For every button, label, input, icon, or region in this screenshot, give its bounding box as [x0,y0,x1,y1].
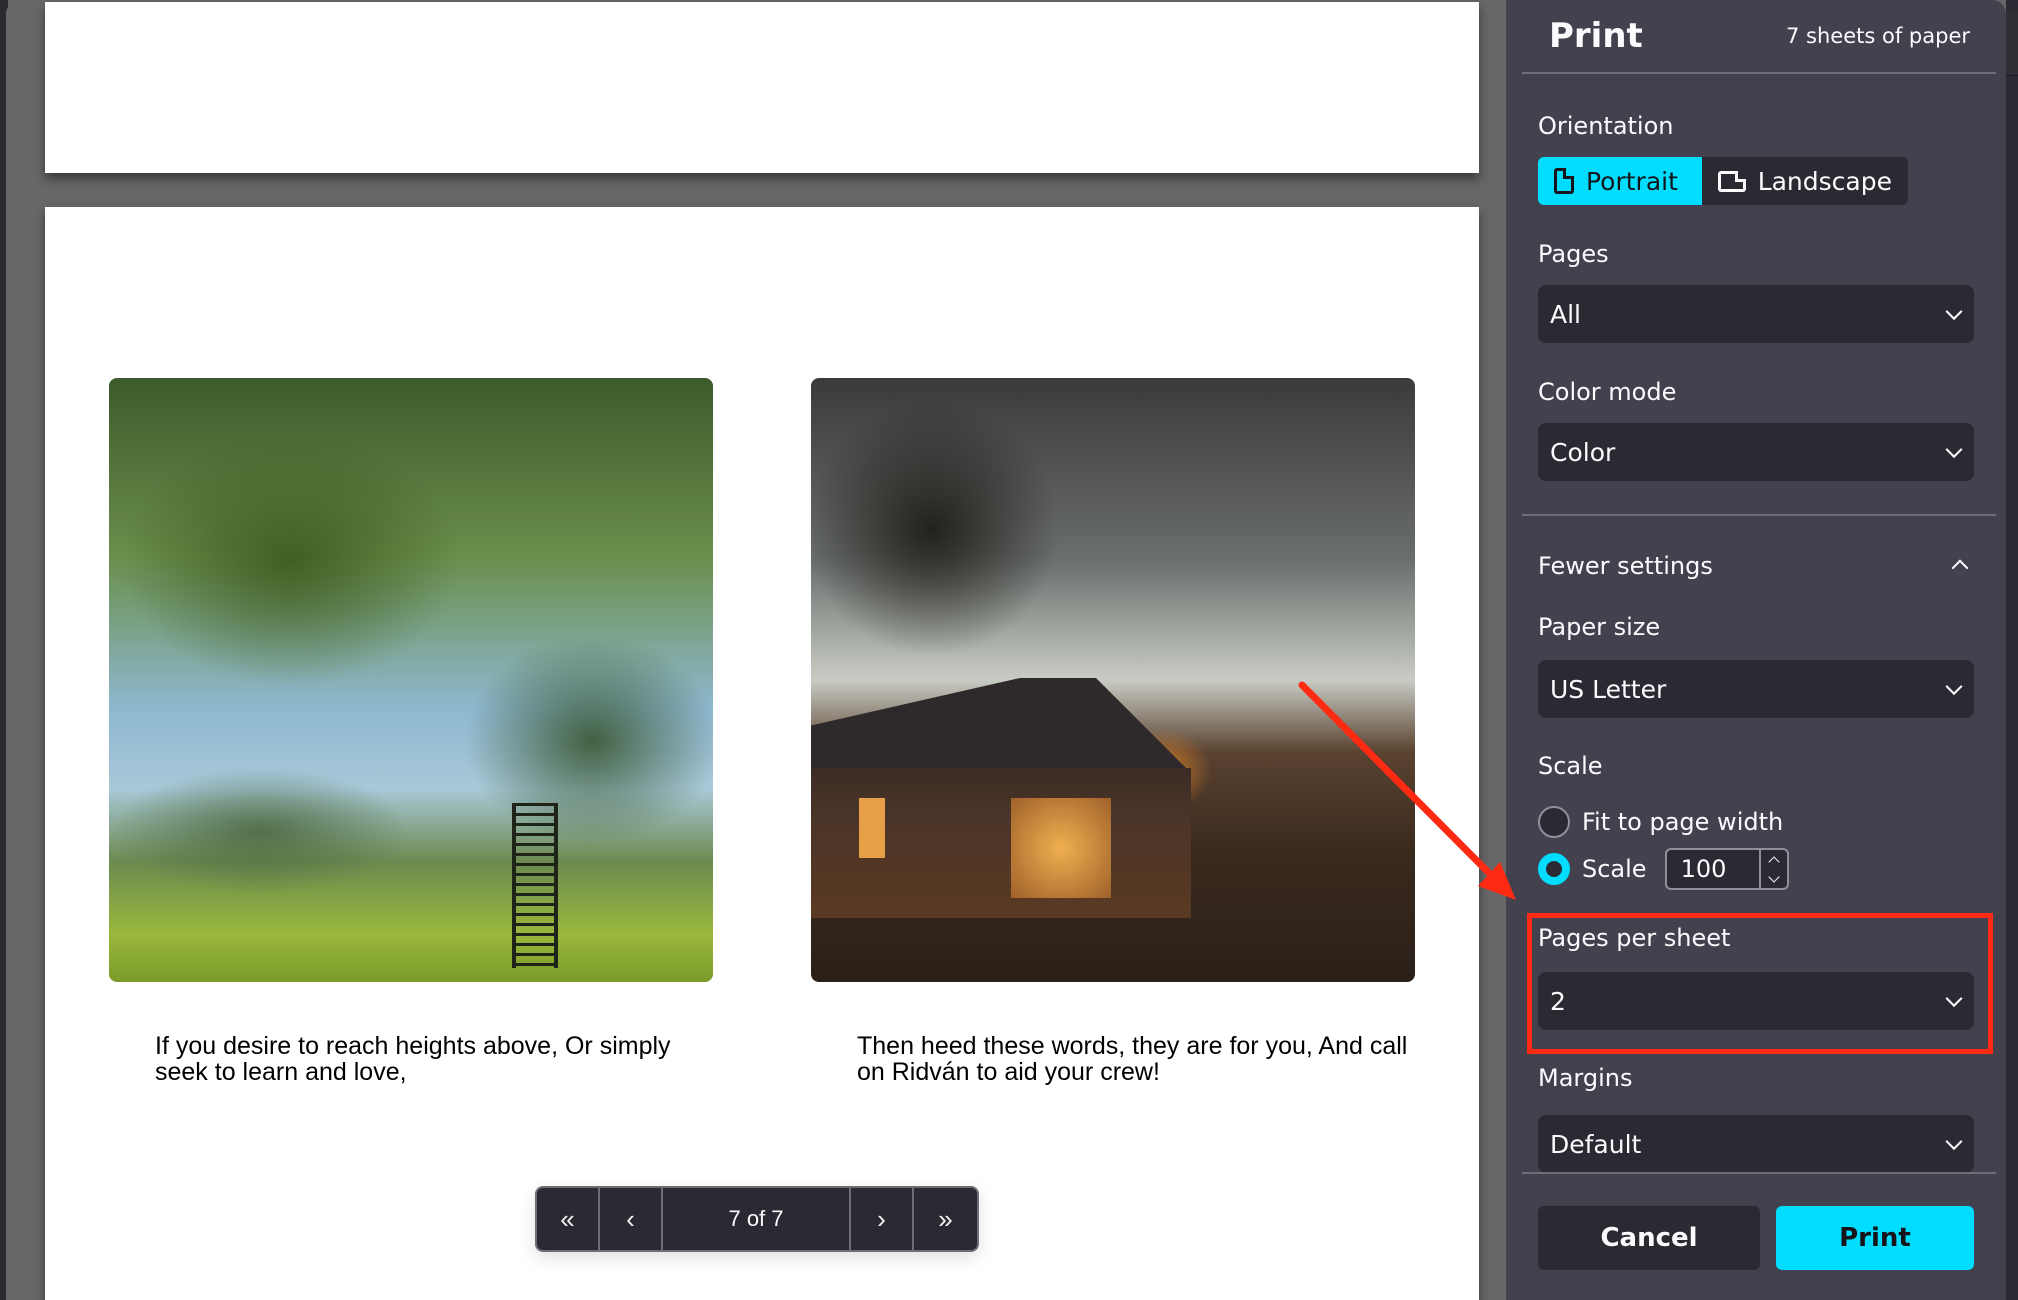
pages-per-sheet-label: Pages per sheet [1538,924,1731,952]
landscape-page-icon [1717,170,1746,192]
scale-value[interactable]: 100 [1667,850,1759,888]
print-preview-area: If you desire to reach heights above, Or… [6,0,1506,1300]
landscape-option[interactable]: Landscape [1702,157,1908,205]
pages-per-sheet-select[interactable]: 2 [1538,972,1974,1030]
scale-input[interactable]: 100 [1664,848,1789,890]
chevron-left-icon: ‹ [626,1203,635,1234]
previous-page-button[interactable]: ‹ [600,1188,663,1250]
first-page-button[interactable]: « [537,1188,600,1250]
double-chevron-right-icon: » [938,1203,953,1234]
portrait-option[interactable]: Portrait [1538,157,1702,205]
house-roof-shape [811,678,1191,773]
pages-label: Pages [1538,240,1609,268]
toolbar-fragment [2006,10,2018,76]
house-at-dusk-image [811,378,1415,982]
window-right-edge [2006,0,2018,1300]
sheet-count: 7 sheets of paper [1786,24,1970,48]
portrait-label: Portrait [1586,166,1678,196]
house-window-shape [1011,798,1111,898]
scale-label: Scale [1538,752,1603,780]
double-chevron-left-icon: « [560,1203,575,1234]
preview-page-current: If you desire to reach heights above, Or… [45,207,1479,1300]
stepper-up-icon[interactable] [1761,850,1787,869]
meadow-tree-ladder-image [109,378,713,982]
color-mode-label: Color mode [1538,378,1677,406]
margins-label: Margins [1538,1064,1633,1092]
fit-label: Fit to page width [1582,808,1784,836]
pages-select[interactable]: All [1538,285,1974,343]
orientation-toggle: Portrait Landscape [1538,157,1908,205]
footer-divider [1522,1172,1996,1174]
preview-page-previous [45,2,1479,173]
pages-value: All [1550,299,1581,329]
section-divider [1522,514,1996,516]
pages-per-sheet-value: 2 [1550,986,1566,1016]
paper-size-label: Paper size [1538,613,1661,641]
scale-radio[interactable] [1538,853,1570,885]
print-settings-panel: Print 7 sheets of paper Orientation Port… [1506,0,2006,1300]
chevron-down-icon [1945,990,1963,1008]
fit-to-page-width-option[interactable]: Fit to page width [1538,806,1783,838]
page-status: 7 of 7 [663,1188,851,1250]
margins-value: Default [1550,1129,1642,1159]
fewer-settings-label: Fewer settings [1538,552,1713,580]
fewer-settings-toggle[interactable]: Fewer settings [1538,548,1974,584]
scale-option-label: Scale [1582,855,1647,883]
scale-stepper[interactable] [1758,850,1787,888]
paper-size-select[interactable]: US Letter [1538,660,1974,718]
color-mode-select[interactable]: Color [1538,423,1974,481]
caption-left: If you desire to reach heights above, Or… [155,1032,671,1086]
margins-select[interactable]: Default [1538,1115,1974,1173]
chevron-down-icon [1945,303,1963,321]
page-navigation: « ‹ 7 of 7 › » [535,1186,979,1252]
orientation-label: Orientation [1538,112,1674,140]
chevron-down-icon [1945,1133,1963,1151]
portrait-page-icon [1554,168,1574,194]
chevron-right-icon: › [877,1203,886,1234]
print-button[interactable]: Print [1776,1206,1974,1270]
next-page-button[interactable]: › [851,1188,914,1250]
paper-size-value: US Letter [1550,674,1667,704]
ladder-shape [512,803,558,968]
last-page-button[interactable]: » [914,1188,977,1250]
fit-radio[interactable] [1538,806,1570,838]
stepper-down-icon[interactable] [1761,869,1787,888]
caption-right: Then heed these words, they are for you,… [857,1032,1408,1086]
cancel-button[interactable]: Cancel [1538,1206,1760,1270]
chevron-down-icon [1945,678,1963,696]
landscape-label: Landscape [1757,166,1892,196]
color-mode-value: Color [1550,437,1616,467]
panel-header: Print 7 sheets of paper [1522,0,1996,74]
chevron-down-icon [1945,441,1963,459]
panel-title: Print [1549,16,1643,56]
house-door-shape [859,798,885,858]
custom-scale-option[interactable]: Scale 100 [1538,848,1789,890]
chevron-up-icon [1951,559,1969,577]
